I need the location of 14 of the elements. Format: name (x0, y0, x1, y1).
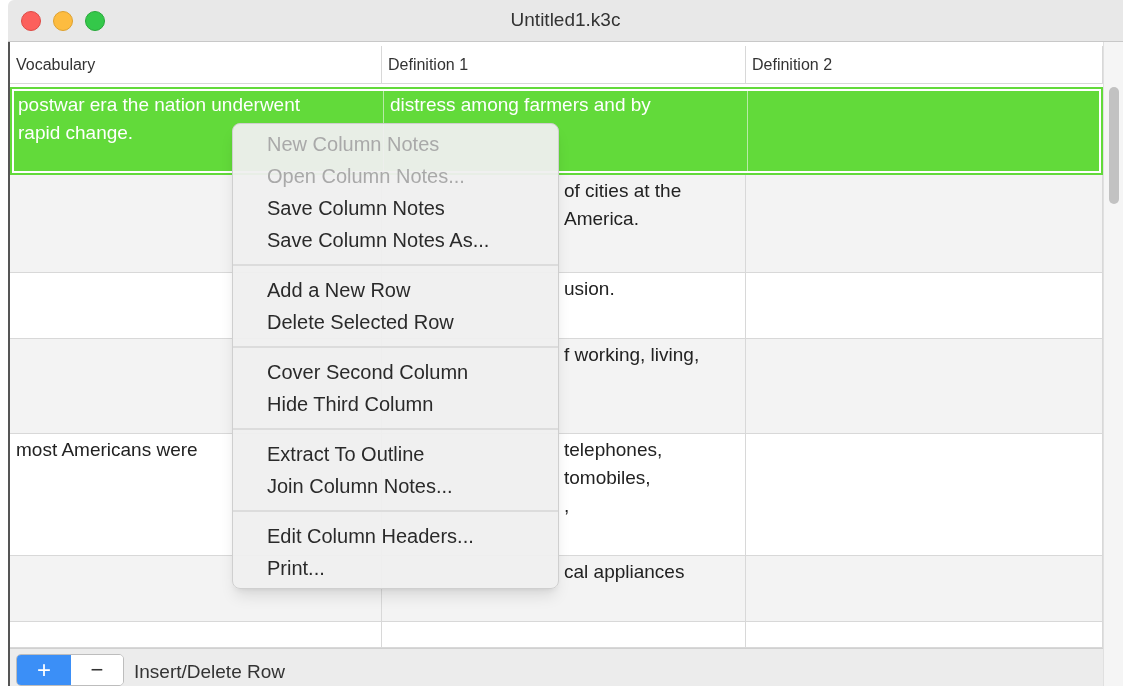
cell-text: tomobiles, (564, 466, 651, 490)
cell-text: telephones, (564, 438, 663, 462)
cell-text: distress among farmers and by (390, 93, 651, 117)
cell-text: postwar era the nation underwent (18, 93, 300, 117)
cell-text: usion. (564, 277, 615, 301)
cell-text: of cities at the (564, 179, 682, 203)
cell-text: rapid change. (18, 121, 134, 145)
button-label: Insert/Delete Row (134, 660, 285, 685)
cell-text: cal appliances (564, 560, 685, 584)
cell-text: America. (564, 207, 639, 231)
cell-text: most Americans were (16, 438, 198, 462)
window-title: Untitled1.k3c (510, 8, 621, 33)
cell-text: , (564, 494, 570, 518)
cell-text: f working, living, (564, 343, 700, 367)
